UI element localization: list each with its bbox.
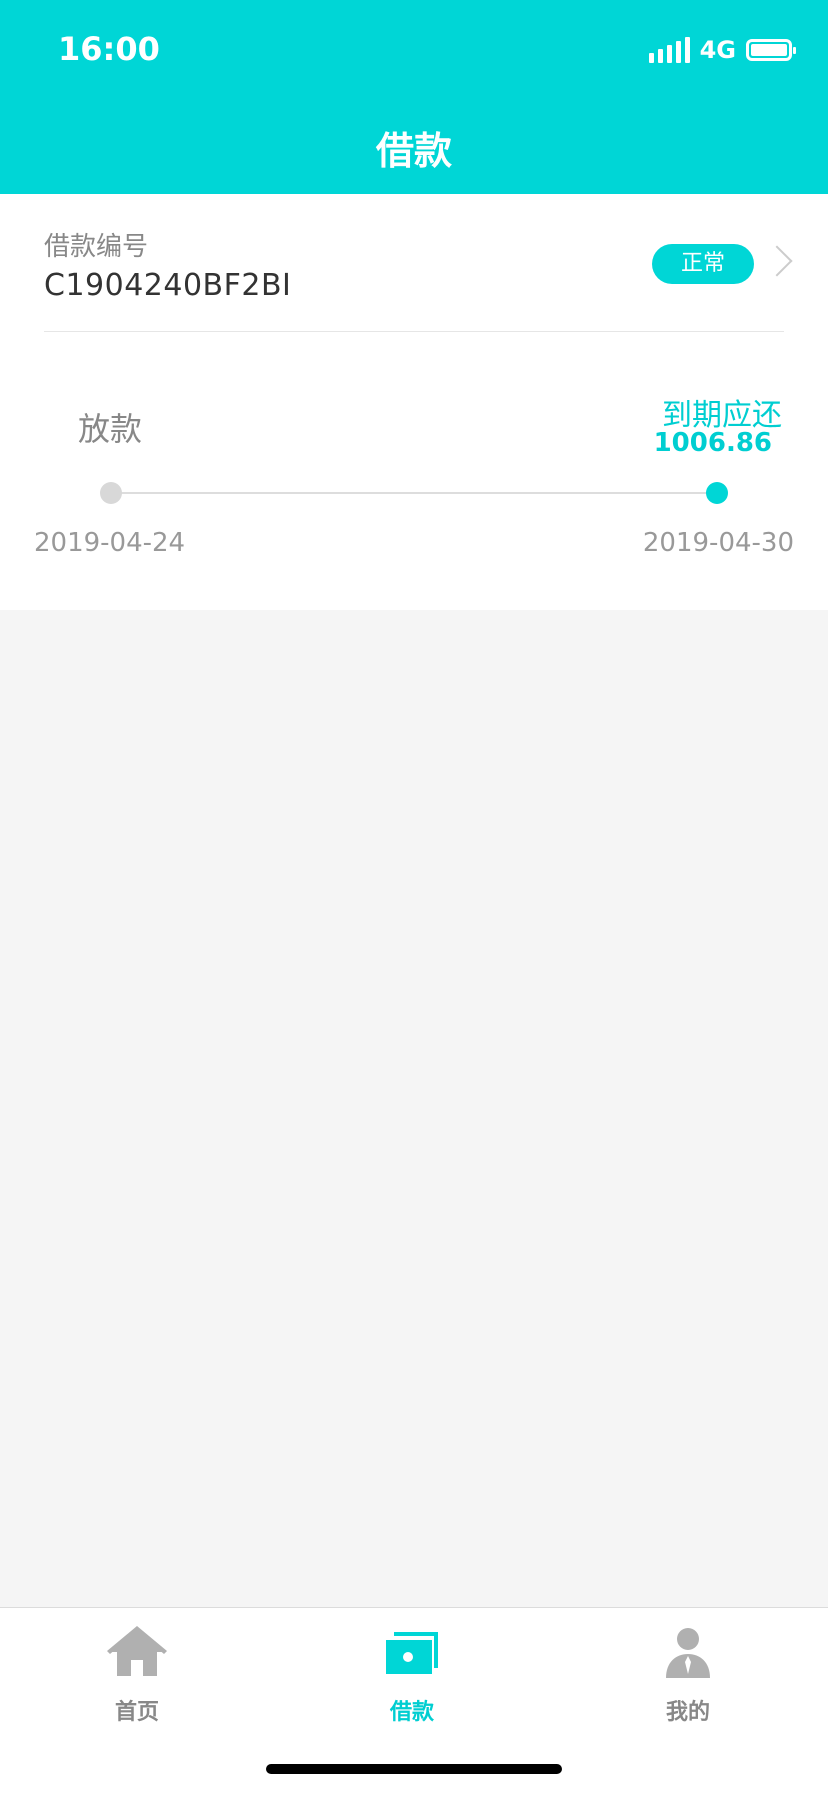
signal-icon [648, 37, 690, 63]
loan-icon [386, 1632, 438, 1674]
tab-me[interactable]: 我的 [598, 1608, 778, 1728]
tab-home-label: 首页 [114, 1700, 159, 1725]
due-date: 2019-04-30 [642, 528, 794, 558]
timeline-end-dot [706, 482, 728, 504]
tab-loan-label: 借款 [389, 1700, 434, 1725]
timeline-start-dot [100, 482, 122, 504]
home-indicator[interactable] [266, 1764, 562, 1774]
top-bar: 16:00 4G 借款 [0, 0, 828, 194]
profile-icon [666, 1628, 710, 1678]
home-icon [107, 1626, 167, 1676]
tab-loan[interactable]: 借款 [322, 1608, 502, 1728]
network-type: 4G [699, 36, 736, 64]
disbursement-label: 放款 [78, 410, 143, 448]
loan-number-label: 借款编号 [44, 232, 149, 262]
status-icons: 4G [648, 36, 796, 64]
due-amount: 1006.86 [653, 428, 772, 458]
status-time: 16:00 [58, 30, 160, 68]
timeline-track [110, 492, 718, 494]
chevron-right-icon[interactable] [761, 245, 793, 277]
disbursement-date: 2019-04-24 [34, 528, 186, 558]
tab-me-label: 我的 [665, 1700, 710, 1725]
page-title: 借款 [375, 129, 452, 173]
loan-card[interactable]: 借款编号 C1904240BF2BI 正常 放款 到期应还 1006.86 20… [0, 194, 828, 610]
battery-icon [746, 39, 796, 61]
loan-number: C1904240BF2BI [44, 268, 292, 303]
tab-home[interactable]: 首页 [47, 1608, 227, 1728]
divider [44, 331, 784, 332]
status-badge: 正常 [652, 244, 754, 284]
